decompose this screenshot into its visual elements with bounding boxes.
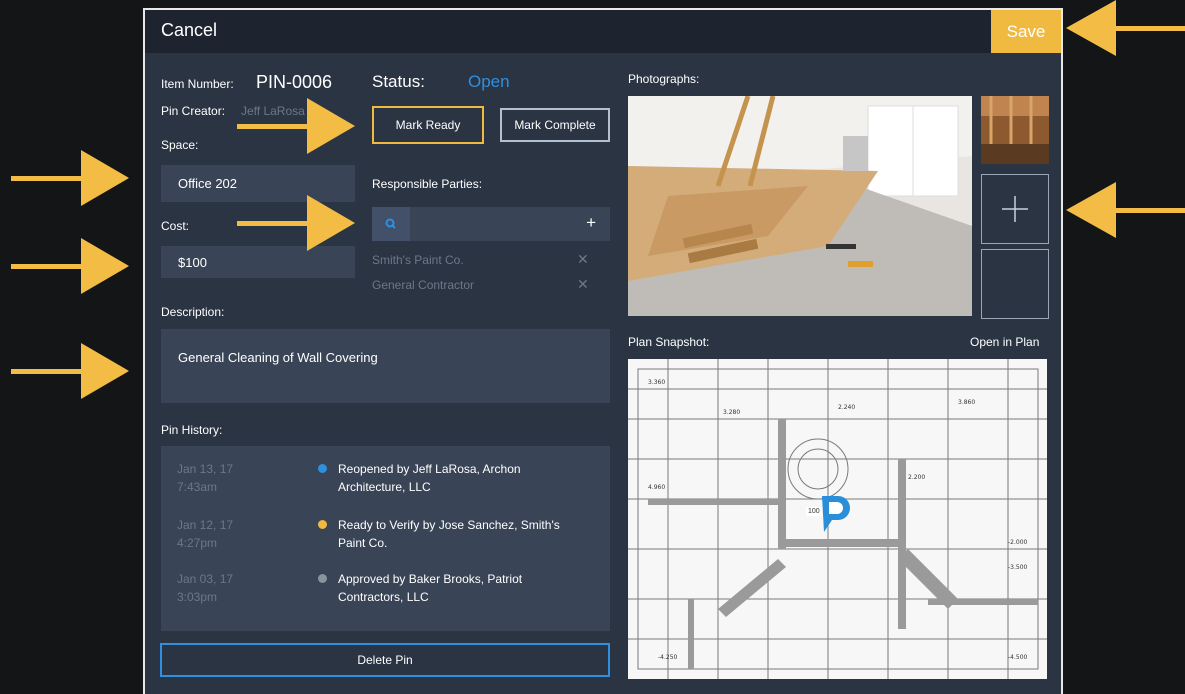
history-entry: Jan 13, 17 7:43am Reopened by Jeff LaRos… (161, 460, 610, 500)
history-text-line: Paint Co. (338, 536, 388, 550)
svg-text:3.280: 3.280 (723, 409, 740, 416)
svg-text:3.360: 3.360 (648, 379, 665, 386)
plus-icon (1002, 196, 1028, 222)
annotation-arrow-right (237, 98, 355, 154)
party-item: Smith's Paint Co. (372, 253, 464, 267)
svg-text:-2.000: -2.000 (1008, 539, 1028, 546)
status-value: Open (468, 72, 510, 91)
history-text-line: Approved by Baker Brooks, Patriot (338, 572, 523, 586)
history-date: Jan 03, 17 (177, 572, 234, 586)
annotation-arrow-right (11, 150, 129, 206)
pin-history-label: Pin History: (161, 423, 223, 437)
mark-complete-button[interactable]: Mark Complete (500, 108, 610, 142)
history-entry: Jan 03, 17 3:03pm Approved by Baker Broo… (161, 570, 610, 610)
svg-text:4.960: 4.960 (648, 484, 665, 491)
item-number-label: Item Number: (161, 77, 234, 91)
remove-party-icon[interactable]: ✕ (577, 276, 589, 293)
status-dot (318, 574, 327, 583)
status-dot (318, 520, 327, 529)
history-text-line: Reopened by Jeff LaRosa, Archon (338, 462, 521, 476)
svg-text:2.240: 2.240 (838, 404, 855, 411)
history-date: Jan 13, 17 (177, 462, 234, 476)
history-time: 4:27pm (177, 536, 218, 550)
annotation-arrow-left (1066, 182, 1185, 238)
responsible-parties-label: Responsible Parties: (372, 177, 483, 191)
svg-text:-4.250: -4.250 (658, 654, 678, 661)
add-photo-button[interactable] (981, 174, 1049, 244)
status-dot (318, 464, 327, 473)
history-entry: Jan 12, 17 4:27pm Ready to Verify by Jos… (161, 516, 610, 556)
photographs-label: Photographs: (628, 72, 700, 86)
annotation-arrow-right (11, 343, 129, 399)
mark-ready-button[interactable]: Mark Ready (372, 106, 484, 144)
pin-history-list: Jan 13, 17 7:43am Reopened by Jeff LaRos… (161, 446, 610, 631)
search-icon[interactable] (372, 207, 410, 241)
status-label: Status: (372, 72, 425, 91)
history-text-line: Architecture, LLC (338, 480, 431, 494)
svg-text:3.860: 3.860 (958, 399, 975, 406)
history-time: 3:03pm (177, 590, 218, 604)
svg-text:2.200: 2.200 (908, 474, 925, 481)
party-item: General Contractor (372, 278, 475, 292)
svg-text:-3.500: -3.500 (1008, 564, 1028, 571)
save-button[interactable]: Save (991, 10, 1061, 53)
plan-snapshot-label: Plan Snapshot: (628, 335, 710, 349)
cancel-button[interactable]: Cancel (161, 20, 217, 41)
empty-photo-slot[interactable] (981, 249, 1049, 319)
history-time: 7:43am (177, 480, 218, 494)
space-label: Space: (161, 138, 199, 152)
item-number-value: PIN-0006 (256, 72, 333, 92)
history-date: Jan 12, 17 (177, 518, 234, 532)
svg-text:-4.500: -4.500 (1008, 654, 1028, 661)
delete-pin-button[interactable]: Delete Pin (160, 643, 610, 677)
description-field[interactable]: General Cleaning of Wall Covering (161, 329, 610, 403)
open-in-plan-link[interactable]: Open in Plan (970, 335, 1039, 349)
cost-label: Cost: (161, 219, 190, 233)
history-text-line: Ready to Verify by Jose Sanchez, Smith's (338, 518, 560, 532)
top-bar: Cancel Save (145, 10, 1061, 53)
remove-party-icon[interactable]: ✕ (577, 251, 589, 268)
annotation-arrow-right (11, 238, 129, 294)
responsible-search-input[interactable] (414, 212, 568, 236)
main-photo[interactable] (628, 96, 972, 316)
history-text-line: Contractors, LLC (338, 590, 429, 604)
description-label: Description: (161, 305, 225, 319)
photo-thumbnail[interactable] (981, 96, 1049, 164)
responsible-search-bar[interactable]: + (372, 207, 610, 241)
pin-creator-label: Pin Creator: (161, 104, 226, 118)
pin-number-label: 100 (806, 507, 822, 516)
add-party-icon[interactable]: + (586, 213, 596, 233)
annotation-arrow-right (237, 195, 355, 251)
plan-snapshot-image[interactable]: 3.360 3.280 2.240 3.860 4.960 2.200 -2.000 -3… (628, 359, 1047, 679)
annotation-arrow-left (1066, 0, 1185, 56)
